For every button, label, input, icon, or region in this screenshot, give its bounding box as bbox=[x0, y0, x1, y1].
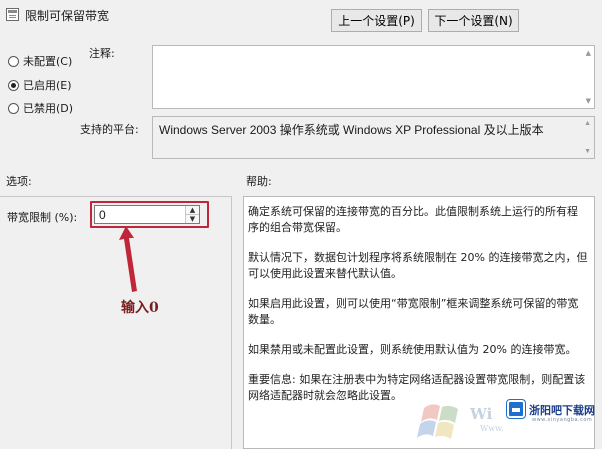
bandwidth-limit-label: 带宽限制 (%): bbox=[7, 211, 78, 224]
radio-disabled-circle[interactable] bbox=[8, 102, 19, 114]
annotation-text: 输入0 bbox=[121, 300, 159, 316]
radio-not-configured-label: 未配置(C) bbox=[23, 55, 73, 68]
watermark-brand: 浙阳吧下载网 bbox=[529, 404, 595, 417]
scroll-up-icon[interactable]: ▲ bbox=[584, 120, 591, 127]
help-paragraph: 默认情况下，数据包计划程序将系统限制在 20% 的连接带宽之内，但可以使用此设置… bbox=[248, 251, 588, 280]
previous-setting-button[interactable]: 上一个设置(P) bbox=[331, 9, 422, 32]
scroll-up-icon[interactable]: ▲ bbox=[586, 49, 591, 57]
radio-not-configured[interactable]: 未配置(C) bbox=[8, 53, 72, 69]
windows-logo-watermark-icon bbox=[417, 404, 458, 439]
watermark-logo-icon bbox=[507, 400, 525, 418]
watermark-www-text: Www. bbox=[480, 424, 504, 433]
options-section-label: 选项: bbox=[6, 175, 32, 188]
watermark-wi-text: Wi bbox=[470, 405, 493, 423]
help-paragraph: 确定系统可保留的连接带宽的百分比。此值限制系统上运行的所有程序的组合带宽保留。 bbox=[248, 205, 578, 234]
comment-textarea[interactable]: ▲ ▼ bbox=[152, 45, 595, 109]
watermark-url: www.xinyangba.com bbox=[532, 417, 593, 423]
radio-not-configured-circle[interactable] bbox=[8, 55, 19, 67]
help-paragraph: 如果启用此设置，则可以使用“带宽限制”框来调整系统可保留的带宽数量。 bbox=[248, 297, 579, 326]
radio-disabled-label: 已禁用(D) bbox=[23, 102, 74, 115]
scroll-down-icon[interactable]: ▼ bbox=[584, 148, 591, 155]
help-section-label: 帮助: bbox=[246, 175, 272, 188]
scroll-down-icon[interactable]: ▼ bbox=[586, 97, 591, 105]
page-title: 限制可保留带宽 bbox=[25, 9, 110, 23]
radio-disabled[interactable]: 已禁用(D) bbox=[8, 100, 73, 116]
supported-platform-label: 支持的平台: bbox=[80, 123, 139, 136]
radio-enabled[interactable]: 已启用(E) bbox=[8, 77, 72, 93]
help-text: 确定系统可保留的连接带宽的百分比。此值限制系统上运行的所有程序的组合带宽保留。 … bbox=[248, 204, 588, 418]
supported-platform-value: Windows Server 2003 操作系统或 Windows XP Pro… bbox=[159, 123, 544, 137]
next-setting-button[interactable]: 下一个设置(N) bbox=[428, 9, 519, 32]
radio-enabled-circle[interactable] bbox=[8, 79, 19, 91]
radio-enabled-label: 已启用(E) bbox=[23, 79, 72, 92]
supported-platform-field: Windows Server 2003 操作系统或 Windows XP Pro… bbox=[152, 116, 595, 159]
annotation-arrow-icon bbox=[119, 226, 137, 292]
comment-label: 注释: bbox=[89, 47, 115, 60]
help-paragraph: 如果禁用或未配置此设置，则系统使用默认值为 20% 的连接带宽。 bbox=[248, 343, 577, 356]
policy-icon bbox=[6, 8, 19, 21]
